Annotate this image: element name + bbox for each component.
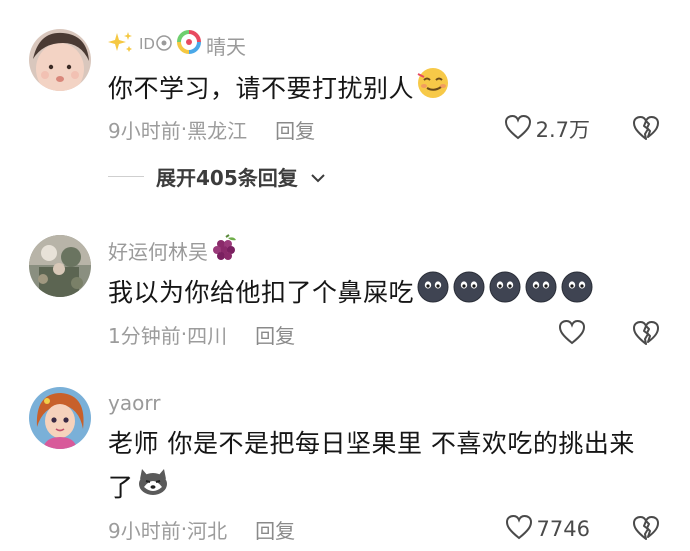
chevron-down-icon	[310, 165, 326, 189]
location: 黑龙江	[187, 118, 248, 143]
dark-face-emoji-icon	[560, 270, 594, 318]
grapes-icon	[212, 233, 240, 267]
dark-face-emoji-icon	[488, 270, 522, 318]
reply-button[interactable]: 回复	[255, 515, 295, 544]
timestamp: 9小时前	[108, 118, 181, 143]
username-row: ID 晴天	[108, 29, 246, 61]
expand-replies-label: 展开405条回复	[156, 166, 298, 190]
username-row: yaorr	[108, 388, 160, 418]
broken-heart-icon	[632, 321, 660, 350]
location: 四川	[187, 323, 228, 348]
reply-button[interactable]: 回复	[255, 320, 295, 349]
dark-face-emoji-icon	[452, 270, 486, 318]
reply-button[interactable]: 回复	[275, 115, 315, 144]
smirk-emoji-icon	[416, 66, 450, 114]
comment-meta: 9小时前 · 河北 回复	[108, 514, 295, 544]
avatar[interactable]	[29, 235, 91, 297]
dislike-button[interactable]	[632, 320, 660, 348]
comment-text: 我以为你给他扣了个鼻屎吃	[108, 270, 650, 318]
location: 河北	[187, 518, 228, 543]
svg-text:ID: ID	[139, 35, 155, 53]
timestamp: 1分钟前	[108, 323, 181, 348]
heart-icon	[505, 514, 533, 545]
comment-text: 老师 你是不是把每日坚果里 不喜欢吃的挑出来了	[108, 422, 645, 511]
broken-heart-icon	[632, 116, 660, 145]
dislike-button[interactable]	[632, 115, 660, 143]
comment-text: 你不学习，请不要打扰别人	[108, 66, 650, 114]
id-badge-icon: ID	[138, 32, 172, 59]
avatar[interactable]	[29, 29, 91, 91]
lollipop-icon	[176, 29, 202, 61]
emoji-row	[414, 271, 594, 307]
divider	[108, 176, 144, 177]
timestamp: 9小时前	[108, 518, 181, 543]
username[interactable]: 好运何林吴	[108, 236, 208, 265]
username[interactable]: 晴天	[206, 31, 246, 60]
avatar[interactable]	[29, 387, 91, 449]
dislike-button[interactable]	[632, 515, 660, 543]
comment-meta: 9小时前 · 黑龙江 回复	[108, 114, 315, 144]
username-row: 好运何林吴	[108, 233, 240, 267]
broken-heart-icon	[632, 516, 660, 545]
comment-meta: 1分钟前 · 四川 回复	[108, 319, 295, 349]
username[interactable]: yaorr	[108, 391, 160, 415]
like-count: 2.7万	[535, 118, 590, 142]
husky-dog-emoji-icon	[136, 467, 170, 511]
like-count: 7746	[536, 517, 590, 541]
expand-replies-button[interactable]: 展开405条回复	[108, 162, 326, 191]
like-button[interactable]	[558, 319, 590, 349]
dark-face-emoji-icon	[416, 270, 450, 318]
dark-face-emoji-icon	[524, 270, 558, 318]
heart-icon	[504, 114, 532, 145]
heart-icon	[558, 319, 586, 350]
sparkles-icon	[108, 30, 134, 61]
like-button[interactable]: 7746	[505, 514, 590, 544]
like-button[interactable]: 2.7万	[504, 114, 590, 144]
